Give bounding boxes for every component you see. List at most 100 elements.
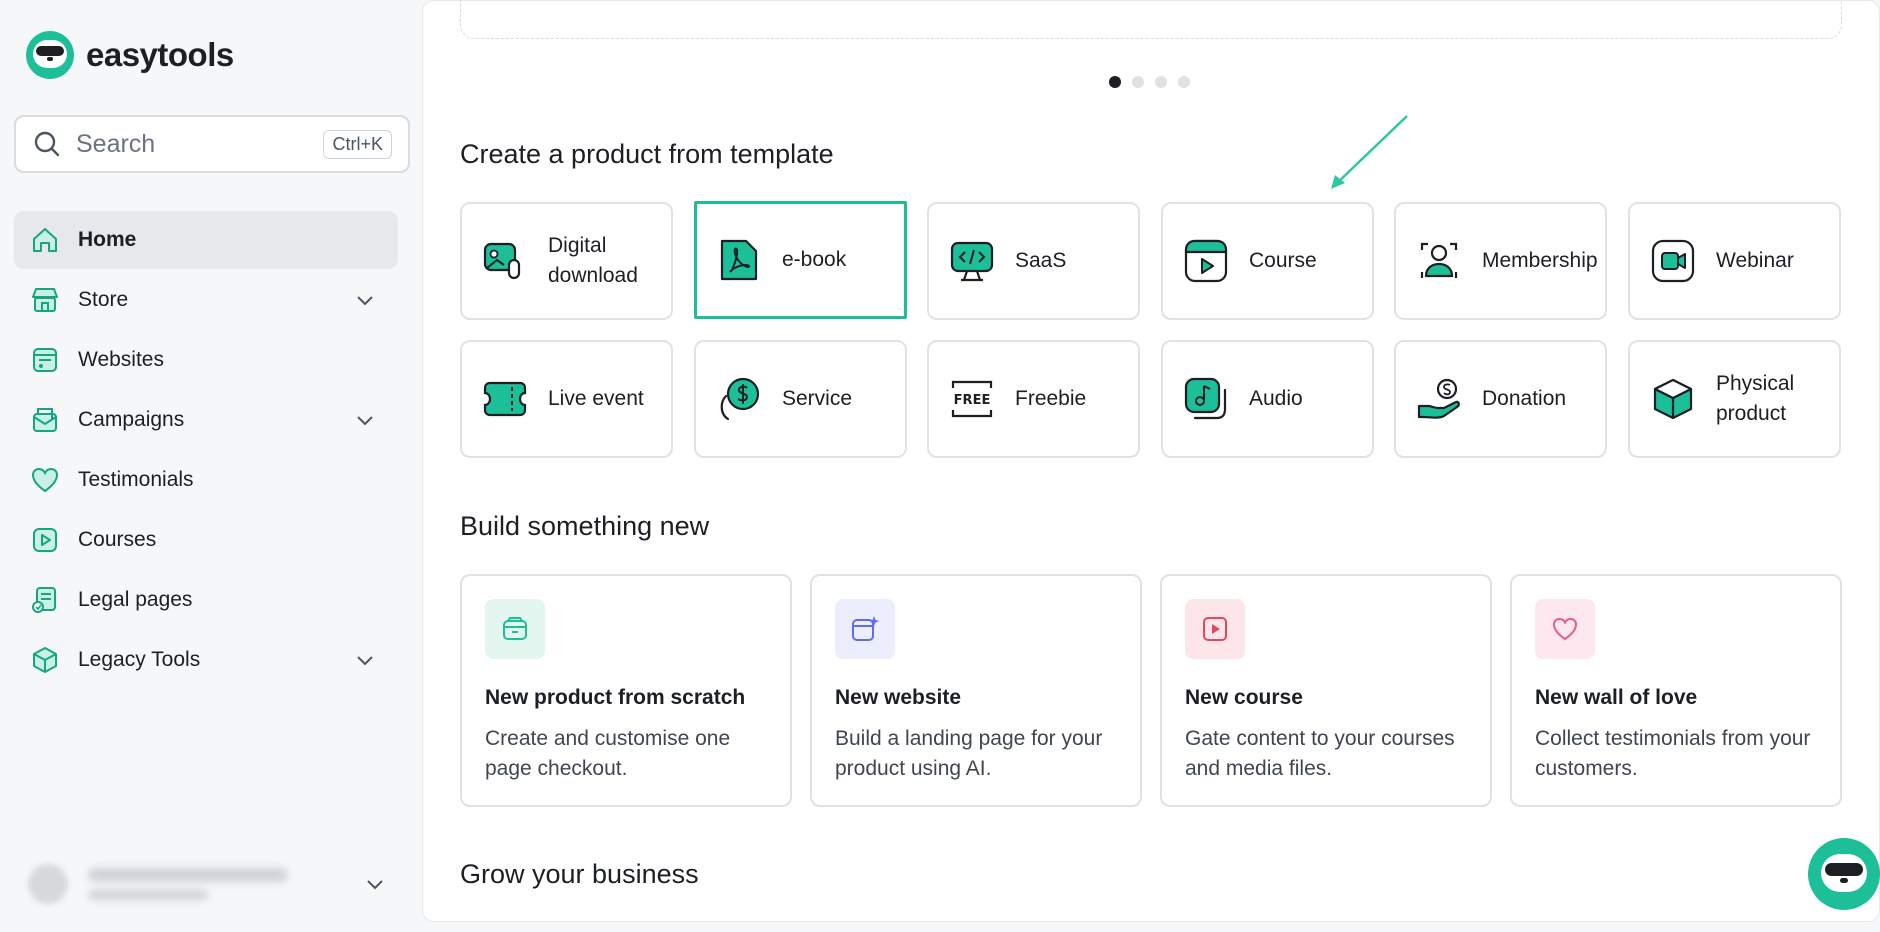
template-saas[interactable]: SaaS [927, 202, 1140, 320]
template-label: Freebie [1015, 387, 1087, 410]
legal-pages-icon [32, 587, 56, 613]
physical-product-icon [1653, 378, 1693, 420]
template-label: e-book [782, 248, 847, 271]
search-shortcut-badge: Ctrl+K [323, 129, 392, 159]
carousel-card[interactable] [460, 0, 1842, 39]
service-icon [720, 377, 760, 421]
course-icon [1184, 239, 1228, 283]
package-icon [485, 599, 545, 659]
sidebar-item-legacy-tools[interactable]: Legacy Tools [14, 631, 398, 689]
sidebar-item-label: Campaigns [78, 408, 185, 431]
box-icon [33, 647, 57, 673]
build-card-desc: Gate content to your courses and media f… [1185, 727, 1455, 780]
template-label: Service [782, 387, 853, 410]
sidebar-item-label: Testimonials [78, 468, 194, 491]
template-audio[interactable]: Audio [1161, 340, 1374, 458]
carousel-dots [1109, 76, 1190, 88]
carousel-dot[interactable] [1155, 76, 1167, 88]
sidebar-item-websites[interactable]: Websites [14, 331, 398, 389]
store-icon [32, 288, 58, 312]
sidebar-item-legal-pages[interactable]: Legal pages [14, 571, 398, 629]
template-webinar[interactable]: Webinar [1628, 202, 1841, 320]
grow-section-title: Grow your business [460, 859, 699, 889]
templates-section-title: Create a product from template [460, 139, 834, 169]
template-live-event[interactable]: Live event [460, 340, 673, 458]
build-new-website-card[interactable]: New website Build a landing page for you… [810, 574, 1142, 807]
template-label: Digital download [548, 234, 638, 287]
template-label: Course [1249, 249, 1317, 272]
heart-icon [1535, 599, 1595, 659]
chevron-down-icon[interactable] [364, 873, 386, 895]
sidebar-item-home[interactable]: Home [14, 211, 398, 269]
template-label: Audio [1249, 387, 1303, 410]
build-card-title: New wall of love [1535, 686, 1698, 709]
free-icon: FREE [951, 380, 993, 418]
campaigns-icon [33, 408, 57, 432]
template-service[interactable]: Service [694, 340, 907, 458]
sidebar-item-label: Legacy Tools [78, 648, 201, 671]
membership-icon [1420, 242, 1458, 278]
chevron-down-icon[interactable] [354, 649, 376, 671]
sidebar: easytools Ctrl+K Home Store Websites Cam… [0, 0, 422, 932]
heart-icon [31, 467, 59, 493]
account-name-redacted [88, 868, 288, 900]
build-new-wall-of-love-card[interactable]: New wall of love Collect testimonials fr… [1510, 574, 1842, 807]
ai-website-icon [835, 599, 895, 659]
template-label: Physical product [1716, 372, 1795, 425]
template-physical-product[interactable]: Physical product [1628, 340, 1841, 458]
template-label: Live event [548, 387, 644, 410]
support-chat-button[interactable] [1808, 838, 1880, 910]
saas-icon [950, 241, 994, 282]
sidebar-item-courses[interactable]: Courses [14, 511, 398, 569]
build-card-desc: Create and customise one page checkout. [485, 727, 731, 780]
carousel-dot[interactable] [1178, 76, 1190, 88]
main-panel: Create a product from template Digital d… [422, 0, 1880, 922]
build-new-course-card[interactable]: New course Gate content to your courses … [1160, 574, 1492, 807]
build-card-title: New website [835, 686, 962, 709]
template-donation[interactable]: Donation [1394, 340, 1607, 458]
template-course[interactable]: Course [1161, 202, 1374, 320]
template-e-book[interactable]: e-book [694, 201, 907, 319]
audio-icon [1184, 377, 1227, 420]
sidebar-item-store[interactable]: Store [14, 271, 398, 329]
svg-text:FREE: FREE [954, 393, 991, 408]
build-card-desc: Collect testimonials from your customers… [1535, 727, 1811, 780]
template-freebie[interactable]: FREE Freebie [927, 340, 1140, 458]
sidebar-item-label: Store [78, 288, 129, 311]
webinar-icon [1651, 239, 1695, 283]
play-icon [33, 528, 57, 552]
sidebar-item-label: Courses [78, 528, 157, 551]
template-digital-download[interactable]: Digital download [460, 202, 673, 320]
pointer-arrow-annotation [1331, 115, 1408, 189]
video-icon [1185, 599, 1245, 659]
brand-name: easytools [86, 36, 234, 73]
sidebar-item-campaigns[interactable]: Campaigns [14, 391, 398, 449]
build-card-title: New product from scratch [485, 686, 746, 709]
sidebar-nav: Home Store Websites Campaigns Testimonia… [14, 211, 398, 691]
search-input[interactable] [74, 128, 298, 160]
template-membership[interactable]: Membership [1394, 202, 1607, 320]
search-icon [34, 131, 60, 157]
template-label: SaaS [1015, 249, 1067, 272]
template-label: Webinar [1716, 249, 1794, 272]
build-new-product-card[interactable]: New product from scratch Create and cust… [460, 574, 792, 807]
carousel-dot[interactable] [1132, 76, 1144, 88]
home-icon [33, 228, 57, 252]
sidebar-item-testimonials[interactable]: Testimonials [14, 451, 398, 509]
brand-logo[interactable]: easytools [26, 31, 234, 79]
account-switcher[interactable] [14, 848, 394, 920]
carousel-dot[interactable] [1109, 76, 1121, 88]
sidebar-item-label: Legal pages [78, 588, 193, 611]
build-card-desc: Build a landing page for your product us… [835, 727, 1103, 780]
chevron-down-icon[interactable] [354, 409, 376, 431]
template-label: Membership [1482, 249, 1598, 272]
pdf-icon [720, 239, 758, 281]
chevron-down-icon[interactable] [354, 289, 376, 311]
sidebar-item-label: Websites [78, 348, 164, 371]
digital-download-icon [483, 242, 521, 280]
ticket-icon [483, 381, 527, 417]
sidebar-item-label: Home [78, 228, 137, 251]
avatar [28, 864, 68, 904]
search-box[interactable]: Ctrl+K [14, 115, 410, 173]
build-section-title: Build something new [460, 511, 710, 541]
